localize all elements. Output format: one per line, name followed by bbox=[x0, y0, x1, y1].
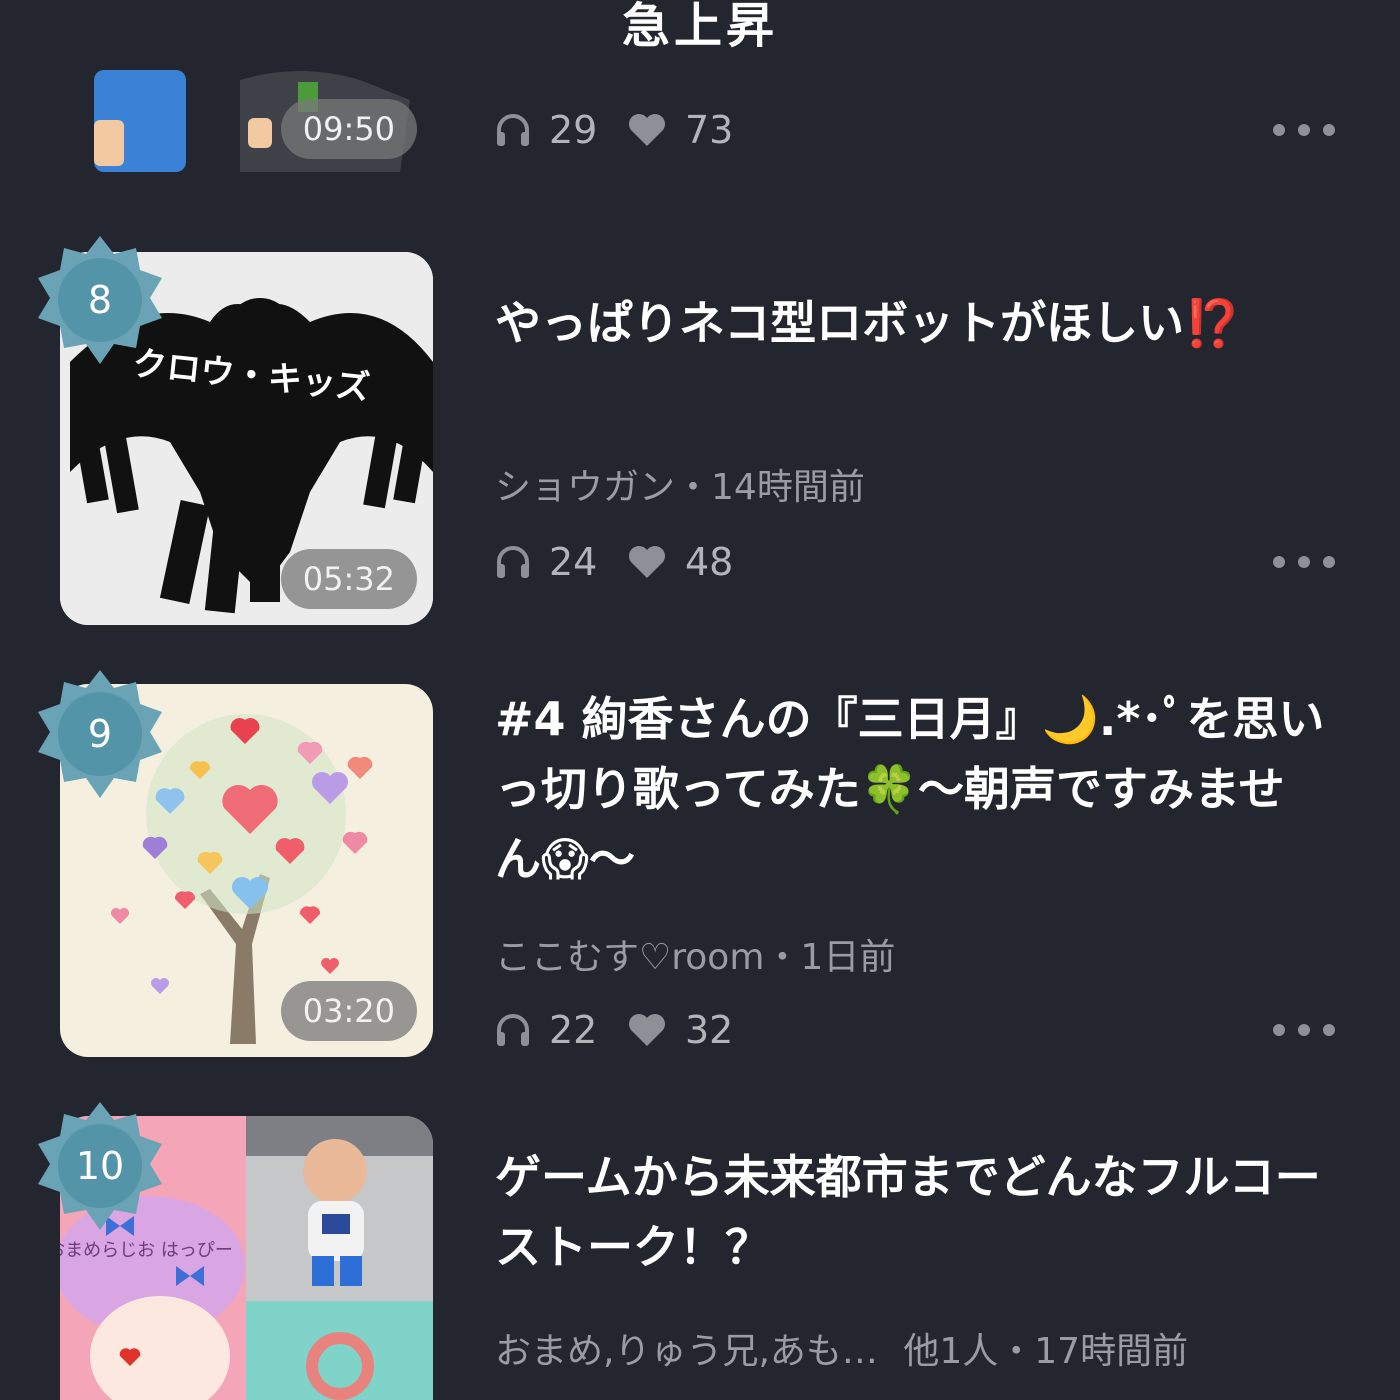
rank-badge: 8 bbox=[34, 234, 166, 366]
meta-separator: ・ bbox=[998, 1331, 1035, 1372]
episode-meta: ショウガン・14時間前 bbox=[495, 458, 1355, 510]
published-time: 17時間前 bbox=[1034, 1331, 1189, 1372]
duration-badge: 09:50 bbox=[280, 99, 417, 159]
more-options-button[interactable] bbox=[1273, 110, 1335, 150]
headphones-icon bbox=[497, 114, 529, 146]
stats-row: 22 32 bbox=[495, 1006, 1335, 1056]
heart-icon[interactable] bbox=[627, 544, 667, 580]
more-options-button[interactable] bbox=[1273, 542, 1335, 582]
episode-meta: ここむす♡room・1日前 bbox=[495, 928, 1355, 980]
episode-title[interactable]: やっぱりネコ型ロボットがほしい⁉️ bbox=[495, 288, 1325, 358]
heart-icon[interactable] bbox=[627, 1012, 667, 1048]
episode-title[interactable]: #4 絢香さんの『三日月』🌙.*･ﾟを思いっ切り歌ってみた🍀～朝声ですみません😱… bbox=[495, 684, 1325, 894]
rank-number: 9 bbox=[87, 712, 113, 756]
meta-separator: ・ bbox=[675, 467, 712, 508]
duration-badge: 03:20 bbox=[280, 981, 417, 1041]
more-options-button[interactable] bbox=[1273, 1010, 1335, 1050]
published-time: 14時間前 bbox=[711, 467, 865, 508]
like-count: 48 bbox=[685, 540, 734, 584]
ranking-screen: 急上昇 09:50 29 73 クロウ・キッズ 05:32 8 やっぱりネコ型ロ… bbox=[0, 0, 1400, 1400]
like-count: 73 bbox=[685, 108, 734, 152]
duration-badge: 05:32 bbox=[280, 549, 417, 609]
rank-badge: 10 bbox=[34, 1100, 166, 1232]
author-extra[interactable]: 他1人 bbox=[903, 1331, 998, 1372]
like-count: 32 bbox=[685, 1008, 734, 1052]
author-names[interactable]: おまめ,りゅう兄,あも… bbox=[495, 1331, 878, 1372]
rank-badge: 9 bbox=[34, 668, 166, 800]
author-name[interactable]: ここむす♡room bbox=[495, 937, 764, 978]
headphones-icon bbox=[497, 546, 529, 578]
heart-icon[interactable] bbox=[627, 112, 667, 148]
author-name[interactable]: ショウガン bbox=[495, 467, 675, 508]
thumbnail-text: おまめらじお はっぴー bbox=[60, 1240, 233, 1261]
rank-number: 10 bbox=[75, 1144, 125, 1188]
stats-row: 24 48 bbox=[495, 538, 1335, 588]
episode-title[interactable]: ゲームから未来都市までどんなフルコーストーク！？ bbox=[495, 1142, 1325, 1282]
play-count: 22 bbox=[549, 1008, 598, 1052]
play-count: 24 bbox=[549, 540, 598, 584]
episode-meta: おまめ,りゅう兄,あも… 他1人・17時間前 bbox=[495, 1322, 1355, 1374]
headphones-icon bbox=[497, 1014, 529, 1046]
episode-thumbnail[interactable]: 09:50 bbox=[60, 0, 433, 175]
meta-separator: ・ bbox=[764, 937, 801, 978]
rank-number: 8 bbox=[87, 278, 113, 322]
stats-row: 29 73 bbox=[495, 106, 1335, 156]
published-time: 1日前 bbox=[800, 937, 896, 978]
play-count: 29 bbox=[549, 108, 598, 152]
